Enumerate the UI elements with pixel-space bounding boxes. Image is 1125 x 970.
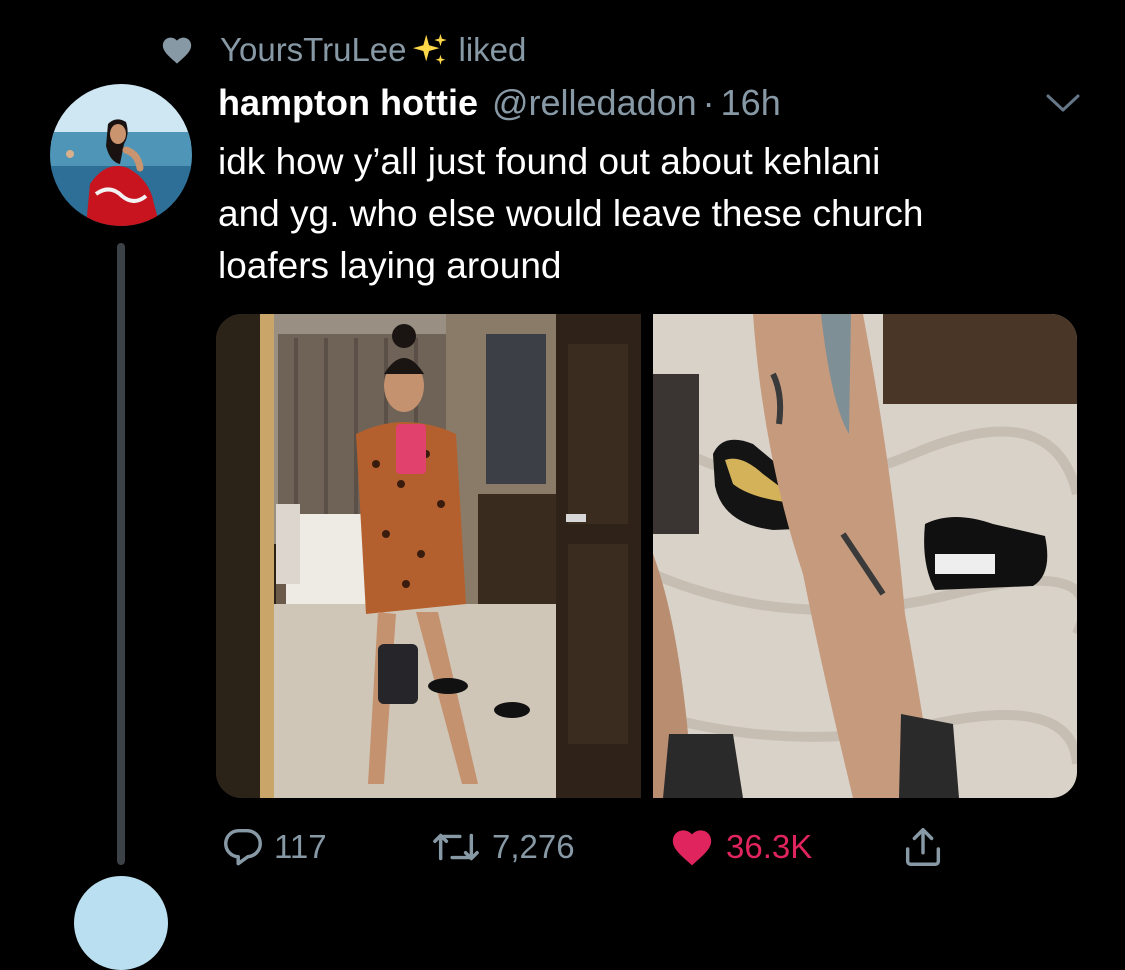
social-context-action: liked [458,31,527,68]
heart-icon [162,37,192,64]
media-photo-shoes[interactable] [652,314,1078,798]
media-photo-mirror-selfie[interactable] [216,314,641,798]
tweet-text-line: loafers laying around [218,245,562,286]
tweet-header: hampton hottie @relledadon · 16h [218,80,781,126]
tweet-timestamp[interactable]: 16h [721,82,781,124]
next-avatar[interactable] [74,876,168,970]
tweet-text-line: and yg. who else would leave these churc… [218,193,924,234]
header-separator: · [702,82,715,123]
tweet-actions: 117 7,276 36.3K [220,822,1080,872]
social-context: YoursTruLee liked [160,28,526,72]
share-icon [905,828,941,866]
chevron-down-icon[interactable] [1044,88,1082,118]
user-handle[interactable]: @relledadon [492,82,697,124]
reply-button[interactable]: 117 [220,822,327,872]
sparkles-icon [412,33,447,65]
social-context-user[interactable]: YoursTruLee [220,31,407,69]
retweet-button[interactable]: 7,276 [428,822,575,872]
avatar-image [50,84,192,226]
like-count: 36.3K [726,828,813,865]
reply-count: 117 [274,828,327,865]
retweet-count: 7,276 [492,828,575,865]
tweet-text: idk how y’all just found out about kehla… [218,136,1098,292]
thread-line [117,243,125,865]
retweet-icon [433,833,479,861]
reply-icon [224,828,262,866]
tweet-media[interactable] [216,314,1077,798]
tweet-text-line: idk how y’all just found out about kehla… [218,141,881,182]
heart-icon [672,830,712,866]
share-button[interactable] [900,822,954,872]
display-name[interactable]: hampton hottie [218,82,478,124]
avatar[interactable] [50,84,192,226]
like-button[interactable]: 36.3K [666,822,812,872]
